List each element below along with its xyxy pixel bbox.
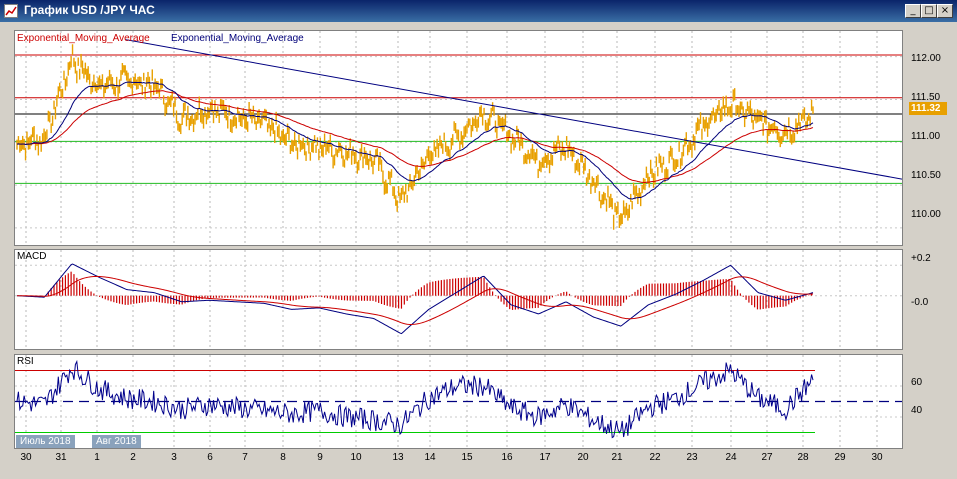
x-tick-23: 30 bbox=[871, 452, 883, 463]
x-tick-10: 13 bbox=[392, 452, 404, 463]
title-bar: График USD /JPY ЧАС _ □ × bbox=[0, 0, 957, 22]
x-tick-5: 6 bbox=[207, 452, 213, 463]
price-chart-svg bbox=[15, 31, 902, 245]
ema-legend-red: Exponential_Moving_Average bbox=[17, 33, 150, 44]
rsi-tick-60: 60 bbox=[911, 377, 923, 388]
x-tick-15: 20 bbox=[577, 452, 589, 463]
price-tick-110-00: 110.00 bbox=[911, 209, 941, 220]
rsi-line bbox=[16, 359, 814, 439]
month-label-july: Июль 2018 bbox=[16, 435, 75, 448]
chart-app-icon bbox=[4, 4, 18, 18]
x-tick-4: 3 bbox=[171, 452, 177, 463]
x-tick-9: 10 bbox=[350, 452, 362, 463]
x-tick-8: 9 bbox=[317, 452, 323, 463]
x-tick-18: 23 bbox=[686, 452, 698, 463]
x-tick-12: 15 bbox=[461, 452, 473, 463]
price-tick-110-50: 110.50 bbox=[911, 170, 941, 181]
maximize-button[interactable]: □ bbox=[921, 4, 937, 18]
x-tick-17: 22 bbox=[649, 452, 661, 463]
minimize-button[interactable]: _ bbox=[905, 4, 921, 18]
x-tick-16: 21 bbox=[611, 452, 623, 463]
x-tick-19: 24 bbox=[725, 452, 737, 463]
rsi-tick-40: 40 bbox=[911, 405, 923, 416]
ema-legend-blue: Exponential_Moving_Average bbox=[171, 33, 304, 44]
x-tick-20: 27 bbox=[761, 452, 773, 463]
x-tick-3: 2 bbox=[130, 452, 136, 463]
x-tick-13: 16 bbox=[501, 452, 513, 463]
x-tick-2: 1 bbox=[94, 452, 100, 463]
x-tick-6: 7 bbox=[242, 452, 248, 463]
x-tick-0: 30 bbox=[20, 452, 32, 463]
current-price-tag: 111.32 bbox=[909, 102, 947, 115]
macd-panel[interactable]: MACD bbox=[14, 249, 903, 350]
month-label-august: Авг 2018 bbox=[92, 435, 141, 448]
macd-tick-plus: +0.2 bbox=[911, 253, 931, 264]
rsi-title: RSI bbox=[17, 356, 34, 367]
window-title: График USD /JPY ЧАС bbox=[24, 3, 155, 17]
price-tick-111-00: 111.00 bbox=[911, 131, 941, 142]
x-tick-1: 31 bbox=[55, 452, 67, 463]
rsi-panel[interactable]: RSI bbox=[14, 354, 903, 449]
price-tick-112-00: 112.00 bbox=[911, 53, 941, 64]
close-button[interactable]: × bbox=[937, 4, 953, 18]
x-tick-7: 8 bbox=[280, 452, 286, 463]
macd-tick-zero: -0.0 bbox=[911, 297, 929, 308]
x-tick-21: 28 bbox=[797, 452, 809, 463]
x-tick-14: 17 bbox=[539, 452, 551, 463]
x-tick-22: 29 bbox=[834, 452, 846, 463]
macd-title: MACD bbox=[17, 251, 47, 262]
rsi-chart-svg bbox=[15, 355, 902, 448]
price-panel[interactable]: Exponential_Moving_Average Exponential_M… bbox=[14, 30, 903, 246]
macd-chart-svg bbox=[15, 250, 902, 349]
x-tick-11: 14 bbox=[424, 452, 436, 463]
